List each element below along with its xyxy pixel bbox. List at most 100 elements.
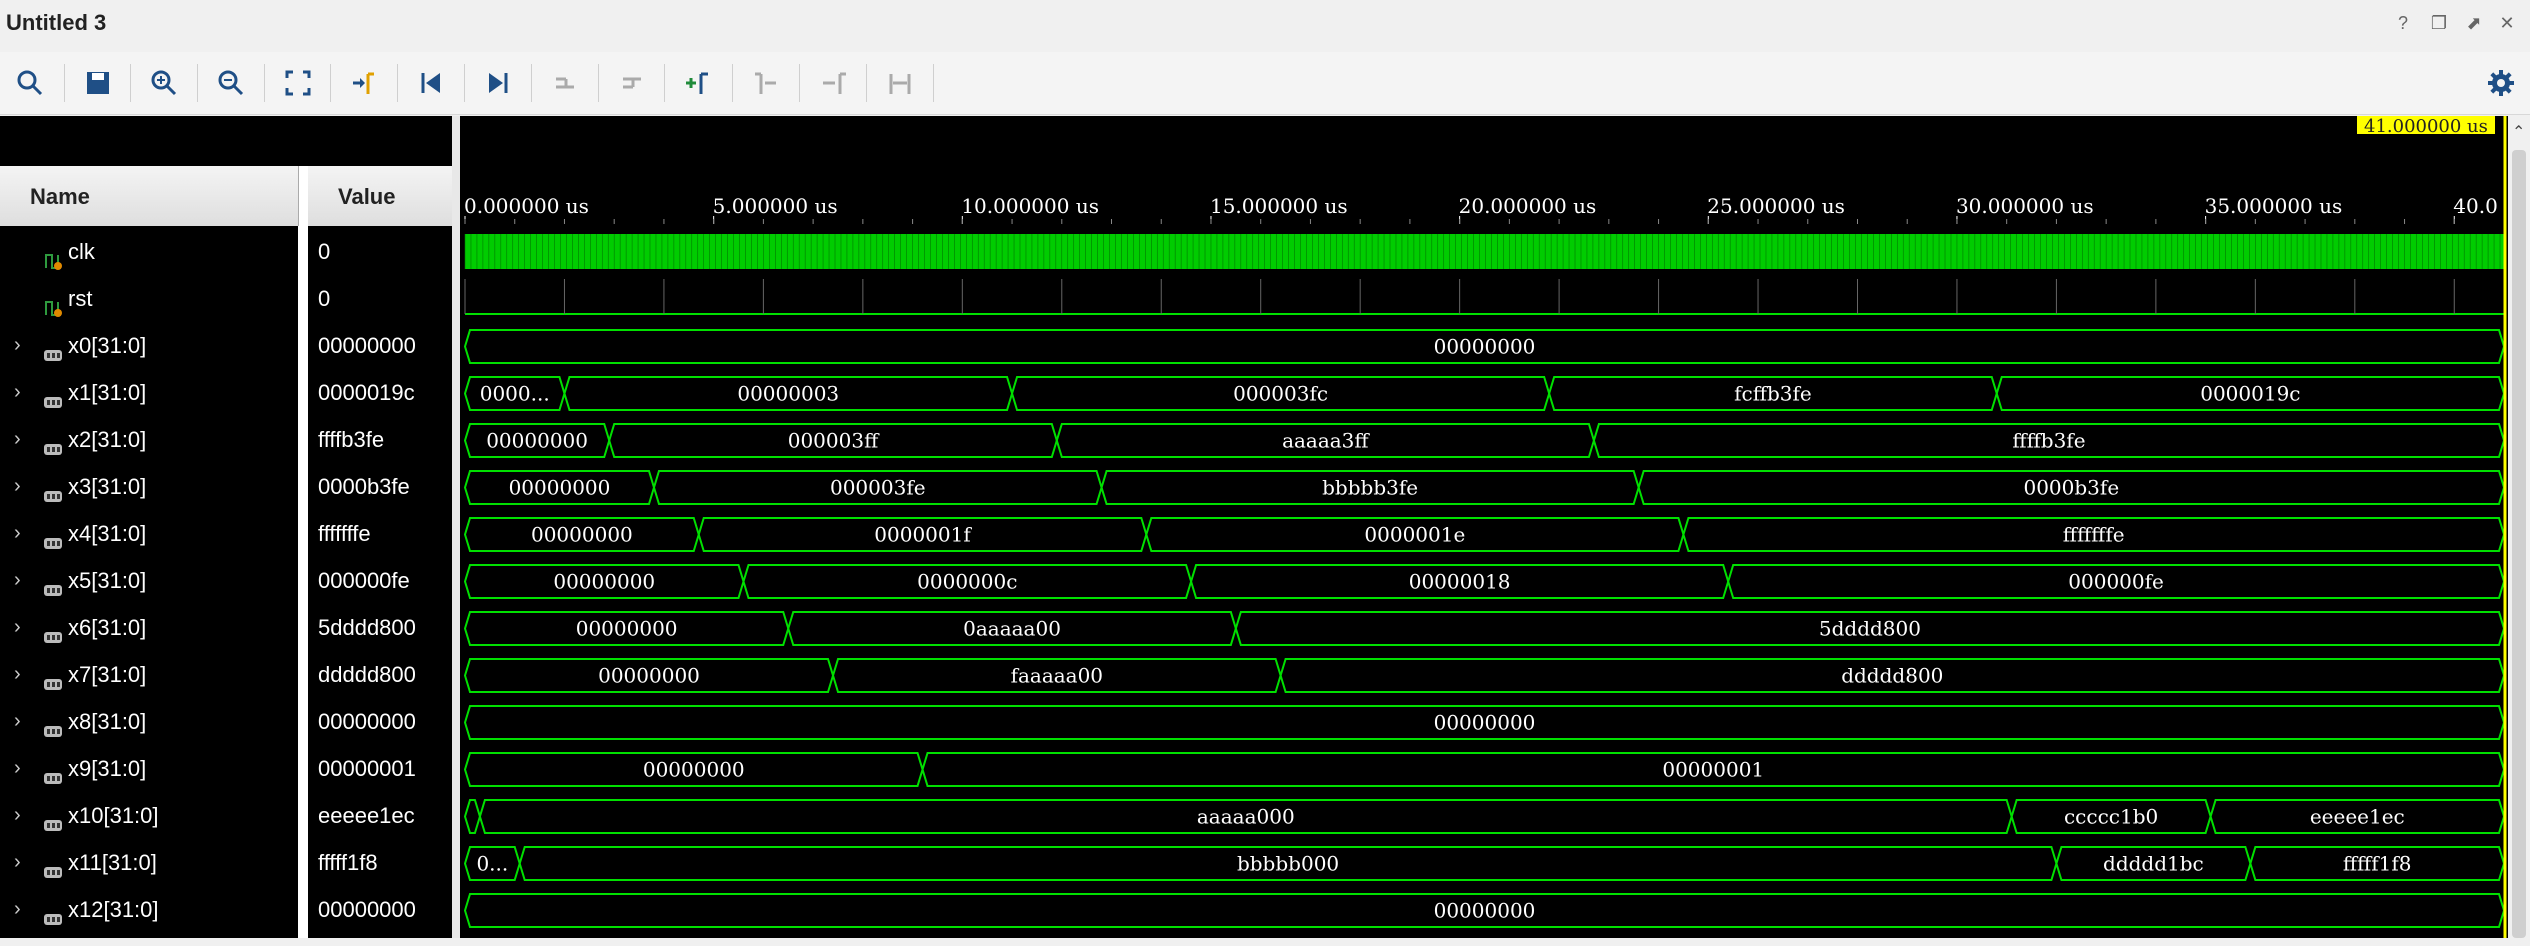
expand-chevron-icon[interactable]: › <box>14 745 21 792</box>
bus-segment-label: 0... <box>476 852 508 876</box>
expand-chevron-icon[interactable]: › <box>14 604 21 651</box>
bus-segment-label: 00000000 <box>486 429 588 453</box>
signal-row-x8[interactable]: › x8[31:0] <box>0 698 298 745</box>
signal-row-x9[interactable]: › x9[31:0] <box>0 745 298 792</box>
signal-row-x0[interactable]: › x0[31:0] <box>0 322 298 369</box>
waveform-area[interactable]: 41.000000 us 0.000000 us 5.000000 us 10.000… <box>460 116 2508 938</box>
value-header-label: Value <box>338 184 396 209</box>
signal-row-x1[interactable]: › x1[31:0] <box>0 369 298 416</box>
zoom-out-icon[interactable] <box>212 64 250 102</box>
cursor-time-label: 41.000000 us <box>2364 116 2488 137</box>
expand-chevron-icon[interactable]: › <box>14 510 21 557</box>
expand-chevron-icon[interactable]: › <box>14 416 21 463</box>
scroll-up-icon[interactable]: ⌃ <box>2512 122 2525 142</box>
expand-chevron-icon[interactable]: › <box>14 839 21 886</box>
bus-signal-icon <box>42 617 64 643</box>
column-splitter[interactable] <box>298 166 308 938</box>
signal-value: 0000b3fe <box>318 474 410 499</box>
time-tick-label: 10.000000 us <box>961 194 1099 218</box>
maximize-icon[interactable]: ⬈ <box>2463 12 2485 34</box>
value-column-header[interactable]: Value <box>308 166 452 226</box>
previous-marker-icon[interactable] <box>747 64 785 102</box>
next-transition-icon[interactable] <box>613 64 651 102</box>
zoom-in-icon[interactable] <box>145 64 183 102</box>
next-marker-icon[interactable] <box>814 64 852 102</box>
expand-chevron-icon[interactable]: › <box>14 651 21 698</box>
bus-segment-label: 0000001f <box>874 523 972 547</box>
toolbar-separator <box>933 64 934 102</box>
bus-segment-label: fffff1f8 <box>2343 852 2412 876</box>
add-marker-icon[interactable] <box>679 64 717 102</box>
expand-chevron-icon[interactable]: › <box>14 463 21 510</box>
bus-signal-icon <box>42 523 64 549</box>
previous-transition-icon[interactable] <box>546 64 584 102</box>
signal-value: 0000019c <box>318 380 415 405</box>
clk-waveform <box>465 234 2504 269</box>
toolbar-separator <box>130 64 131 102</box>
toolbar-separator <box>799 64 800 102</box>
bus-segment-label: 5dddd800 <box>1819 617 1921 641</box>
toolbar-separator <box>264 64 265 102</box>
signal-row-rst[interactable]: rst <box>0 275 298 322</box>
restore-icon[interactable]: ❐ <box>2428 12 2450 34</box>
bus-segment-label: 00000001 <box>1662 758 1764 782</box>
signal-name: x2[31:0] <box>68 427 147 452</box>
signal-name: x0[31:0] <box>68 333 147 358</box>
expand-chevron-icon[interactable]: › <box>14 557 21 604</box>
signal-row-x2[interactable]: › x2[31:0] <box>0 416 298 463</box>
name-column-header[interactable]: Name <box>0 166 299 226</box>
toolbar-separator <box>64 64 65 102</box>
time-tick-label: 5.000000 us <box>713 194 838 218</box>
signal-row-x10[interactable]: › x10[31:0] <box>0 792 298 839</box>
signal-row-x12[interactable]: › x12[31:0] <box>0 886 298 933</box>
signal-row-x6[interactable]: › x6[31:0] <box>0 604 298 651</box>
waveform-toolbar <box>0 52 2530 115</box>
bus-segment-label: 00000000 <box>1434 335 1536 359</box>
settings-gear-icon[interactable] <box>2482 64 2520 102</box>
signal-value: 00000000 <box>318 897 416 922</box>
bus-segment-label: 0000001e <box>1364 523 1465 547</box>
signal-row-clk[interactable]: clk <box>0 228 298 275</box>
help-icon[interactable]: ? <box>2392 12 2414 34</box>
vertical-scrollbar[interactable]: ⌃ <box>2508 116 2530 938</box>
expand-chevron-icon[interactable]: › <box>14 369 21 416</box>
toolbar-separator <box>531 64 532 102</box>
expand-chevron-icon[interactable]: › <box>14 792 21 839</box>
expand-chevron-icon[interactable]: › <box>14 886 21 933</box>
signal-name: x1[31:0] <box>68 380 147 405</box>
save-icon[interactable] <box>79 64 117 102</box>
search-icon[interactable] <box>11 64 49 102</box>
swap-cursors-icon[interactable] <box>881 64 919 102</box>
bus-segment-label: 00000000 <box>598 664 700 688</box>
waveform-canvas[interactable]: 41.000000 us 0.000000 us 5.000000 us 10.000… <box>460 116 2508 938</box>
bus-signal-icon <box>42 664 64 690</box>
toolbar-separator <box>197 64 198 102</box>
close-icon[interactable]: ✕ <box>2496 12 2518 34</box>
signal-row-x5[interactable]: › x5[31:0] <box>0 557 298 604</box>
scrollbar-thumb[interactable] <box>2512 150 2526 938</box>
signal-value: 000000fe <box>318 568 410 593</box>
toolbar-separator <box>330 64 331 102</box>
bus-segment-label: ffffb3fe <box>2012 429 2085 453</box>
expand-chevron-icon[interactable]: › <box>14 322 21 369</box>
signal-row-x4[interactable]: › x4[31:0] <box>0 510 298 557</box>
zoom-fit-icon[interactable] <box>279 64 317 102</box>
time-tick-label: 30.000000 us <box>1956 194 2094 218</box>
go-to-last-time-icon[interactable] <box>479 64 517 102</box>
signal-row-x3[interactable]: › x3[31:0] <box>0 463 298 510</box>
panel-divider[interactable] <box>452 116 460 938</box>
time-tick-label: 15.000000 us <box>1210 194 1348 218</box>
signal-row-x11[interactable]: › x11[31:0] <box>0 839 298 886</box>
bus-signal-icon <box>42 899 64 925</box>
signal-value: 00000001 <box>318 756 416 781</box>
go-to-time-zero-icon[interactable] <box>412 64 450 102</box>
signal-value: 00000000 <box>318 333 416 358</box>
signal-name: x6[31:0] <box>68 615 147 640</box>
signal-value: 0 <box>318 286 331 311</box>
signal-name: clk <box>68 239 95 264</box>
signal-name: x11[31:0] <box>68 850 157 875</box>
expand-chevron-icon[interactable]: › <box>14 698 21 745</box>
signal-name: x7[31:0] <box>68 662 147 687</box>
go-to-cursor-icon[interactable] <box>345 64 383 102</box>
signal-row-x7[interactable]: › x7[31:0] <box>0 651 298 698</box>
